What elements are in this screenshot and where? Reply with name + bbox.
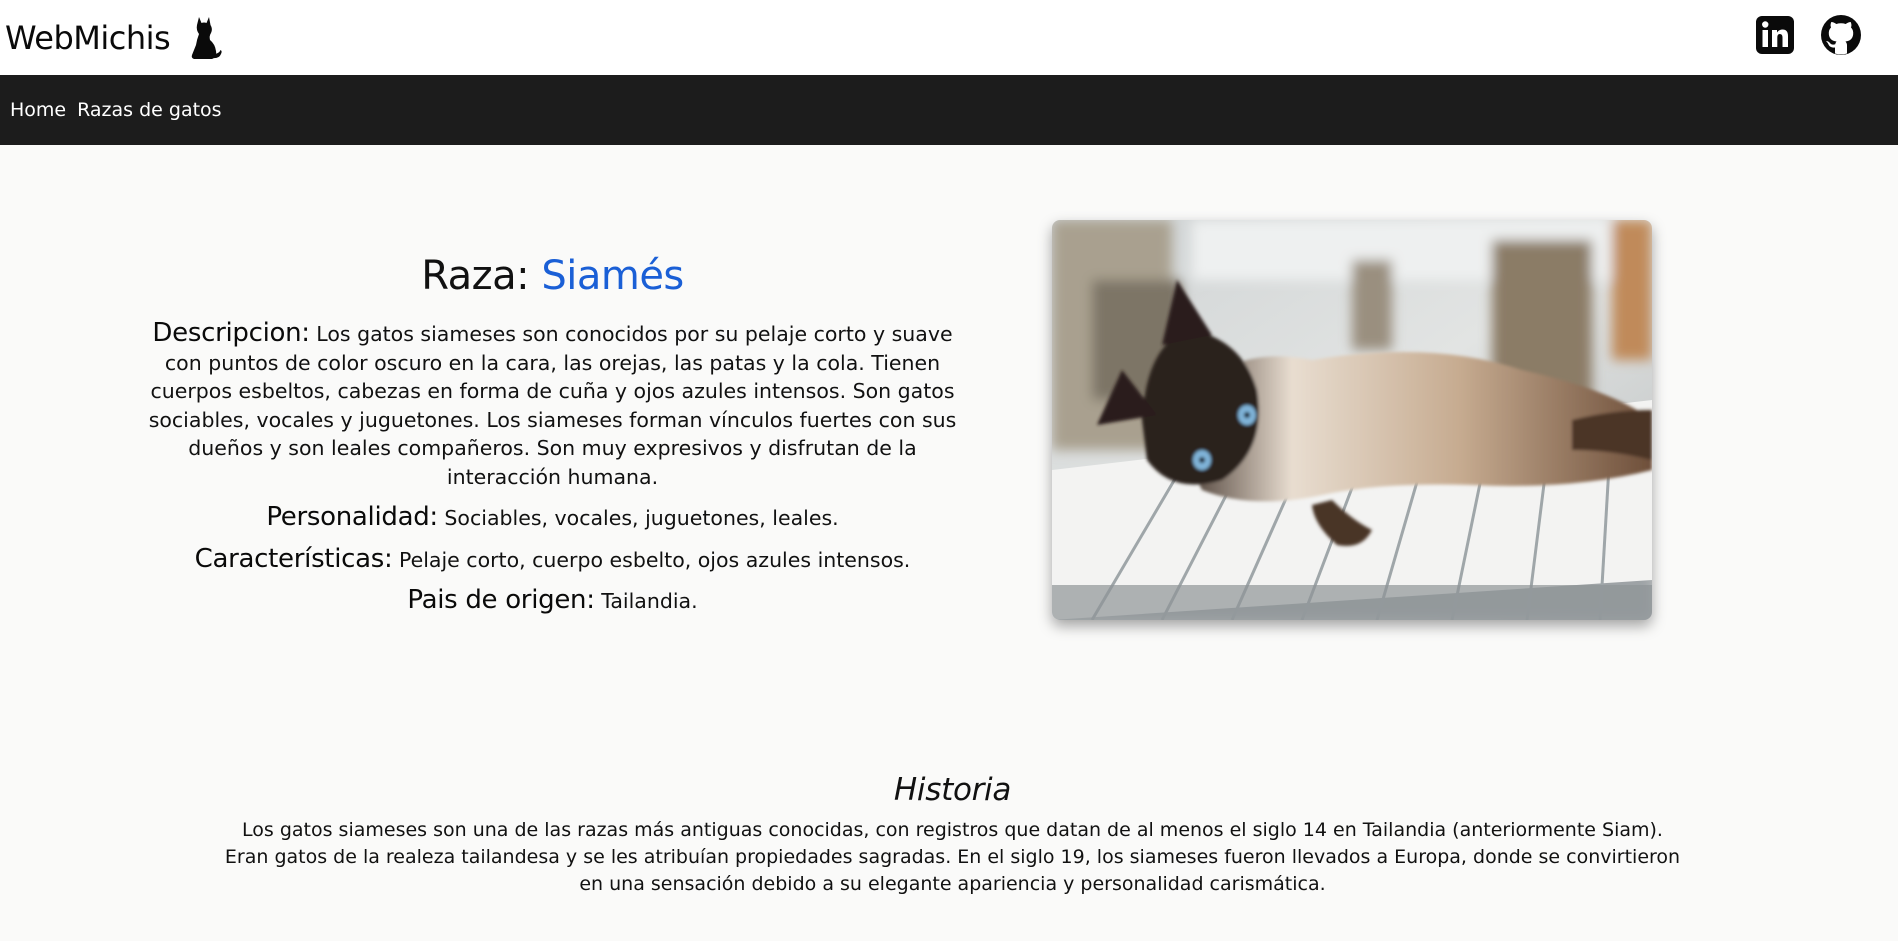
history-section: Historia Los gatos siameses son una de l… (220, 768, 1685, 898)
traits-text: Pelaje corto, cuerpo esbelto, ojos azule… (392, 547, 911, 572)
origin-text: Tailandia. (594, 589, 698, 613)
cat-silhouette-icon (191, 17, 222, 59)
breed-info: Raza: Siamés Descripcion: Los gatos siam… (145, 248, 960, 628)
social-links (1753, 13, 1863, 57)
nav-item-home[interactable]: Home (10, 99, 66, 121)
traits-label: Características: (194, 543, 393, 574)
github-link[interactable] (1819, 13, 1863, 57)
origin-label: Pais de origen: (407, 585, 595, 615)
github-icon (1821, 15, 1861, 55)
personality-text: Sociables, vocales, juguetones, leales. (437, 506, 839, 530)
breed-name: Siamés (541, 253, 684, 299)
main-navbar: Home Razas de gatos (0, 75, 1898, 145)
breed-title-prefix: Raza: (421, 253, 542, 299)
linkedin-icon (1756, 16, 1794, 54)
history-title: Historia (893, 772, 1012, 808)
brand-name[interactable]: WebMichis (5, 19, 171, 57)
origin-paragraph: Pais de origen: Tailandia. (145, 586, 960, 616)
linkedin-link[interactable] (1753, 13, 1797, 57)
siamese-cat-photo (1052, 220, 1652, 620)
breed-title: Raza: Siamés (145, 248, 960, 304)
nav-item-razas-de-gatos[interactable]: Razas de gatos (77, 99, 221, 121)
history-text: Los gatos siameses son una de las razas … (224, 819, 1681, 895)
personality-label: Personalidad: (266, 502, 438, 532)
description-paragraph: Descripcion: Los gatos siameses son cono… (145, 319, 960, 491)
description-label: Descripcion: (152, 318, 310, 348)
personality-paragraph: Personalidad: Sociables, vocales, juguet… (145, 503, 960, 533)
top-header: WebMichis (0, 0, 1898, 75)
brand[interactable]: WebMichis (5, 14, 224, 62)
traits-paragraph: Características: Pelaje corto, cuerpo es… (145, 543, 960, 575)
